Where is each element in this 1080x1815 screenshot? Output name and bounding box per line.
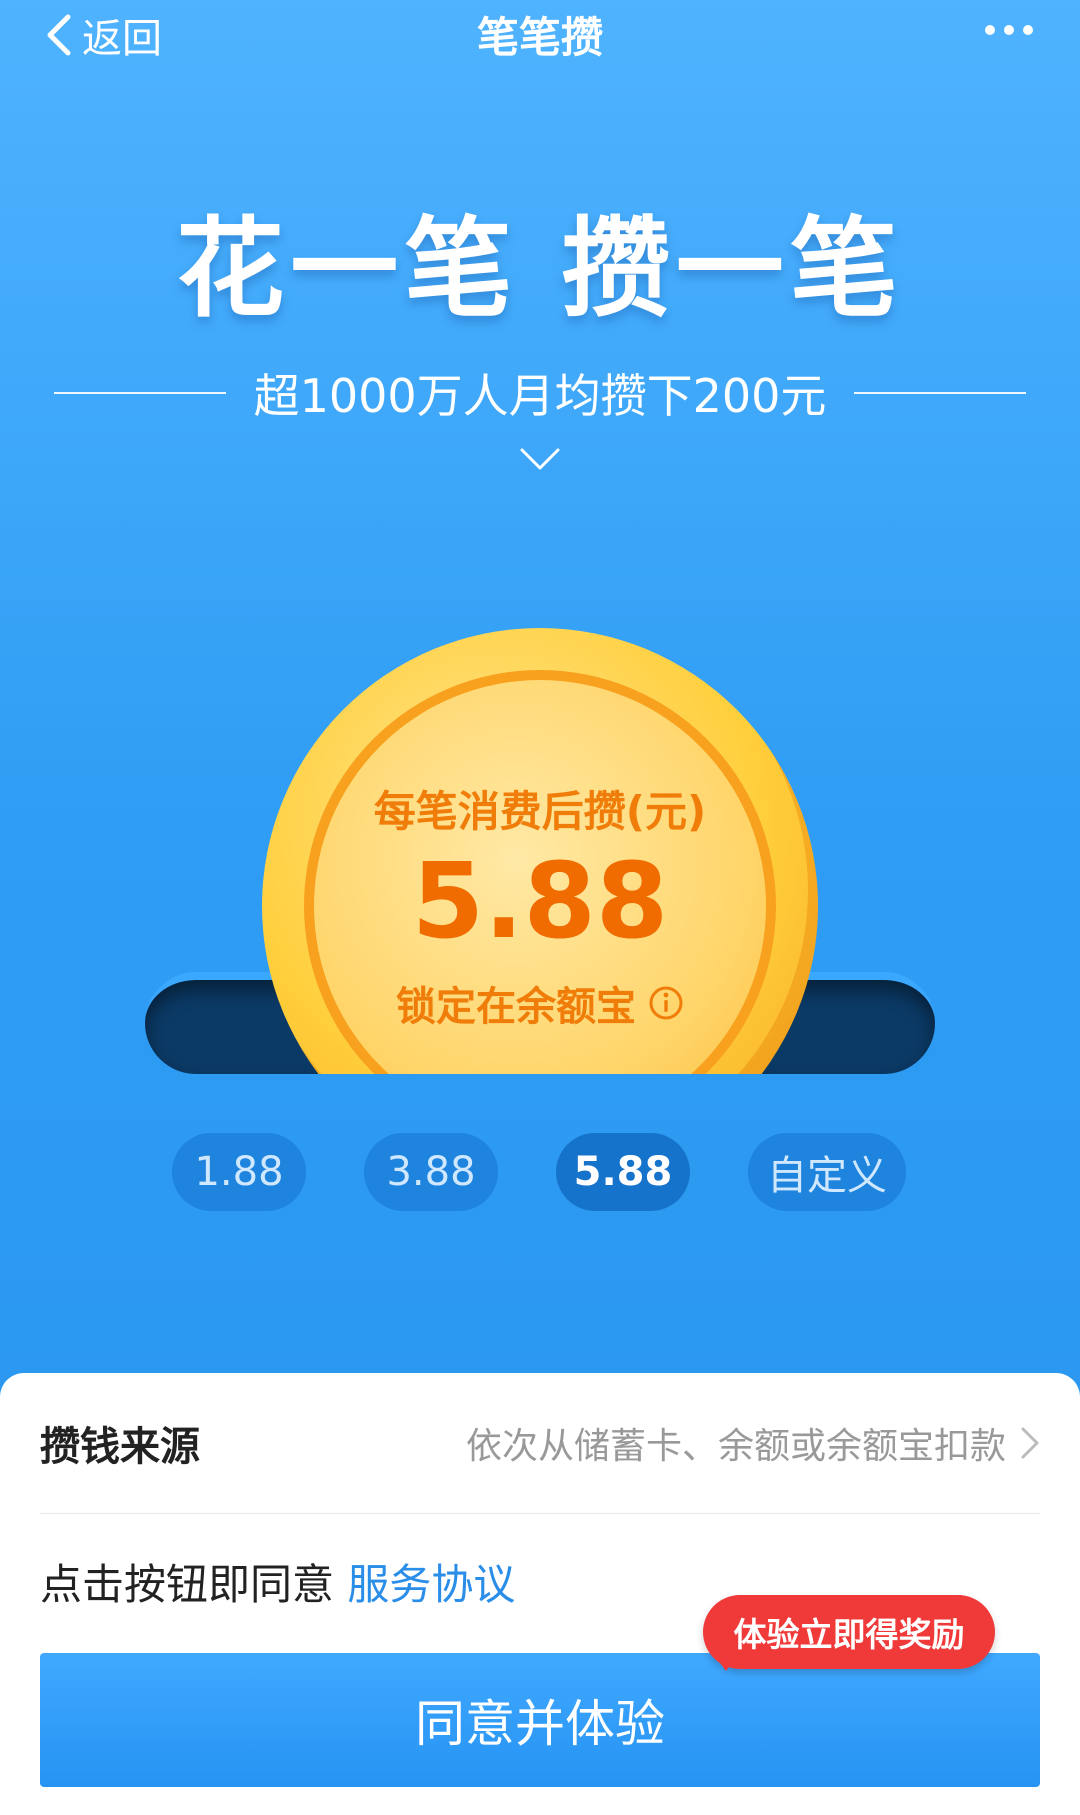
chevron-right-icon xyxy=(1021,1427,1039,1459)
amount-option-5-88[interactable]: 5.88 xyxy=(556,1133,690,1211)
coin-amount: 5.88 xyxy=(411,840,669,962)
source-value-wrap: 依次从储蓄卡、余额或余额宝扣款 xyxy=(466,1417,1040,1469)
coin-label: 每笔消费后攒(元) xyxy=(373,787,707,836)
promo-badge-tail xyxy=(714,1655,738,1671)
coin-lock-row: 锁定在余额宝 xyxy=(262,974,818,1032)
source-value: 依次从储蓄卡、余额或余额宝扣款 xyxy=(465,1426,1006,1467)
amount-options: 1.88 3.88 5.88 自定义 xyxy=(0,1133,1080,1211)
promo-badge: 体验立即得奖励 xyxy=(703,1595,995,1669)
hero-headline: 花一笔 攒一笔 xyxy=(176,207,904,332)
service-agreement-link[interactable]: 服务协议 xyxy=(347,1560,515,1609)
nav-bar: 返回 笔笔攒 xyxy=(0,0,1080,64)
coin: 每笔消费后攒(元) 5.88 锁定在余额宝 xyxy=(262,628,818,1074)
hero-subline-text: 超1000万人月均攒下200元 xyxy=(253,369,827,423)
divider-left xyxy=(54,392,226,394)
amount-option-1-88[interactable]: 1.88 xyxy=(172,1133,306,1211)
amount-option-3-88[interactable]: 3.88 xyxy=(364,1133,498,1211)
agreement-text: 点击按钮即同意 服务协议 xyxy=(40,1551,515,1612)
source-row[interactable]: 攒钱来源 依次从储蓄卡、余额或余额宝扣款 xyxy=(40,1373,1040,1514)
hero-subline: 超1000万人月均攒下200元 xyxy=(54,360,1026,426)
divider-right xyxy=(854,392,1026,394)
amount-option-custom[interactable]: 自定义 xyxy=(748,1133,906,1211)
page-title: 笔笔攒 xyxy=(476,13,603,62)
agreement-prefix: 点击按钮即同意 xyxy=(40,1560,335,1609)
coin-lock-text: 锁定在余额宝 xyxy=(396,984,636,1030)
chevron-down-icon xyxy=(520,448,560,470)
agree-and-try-button[interactable]: 同意并体验 xyxy=(40,1653,1040,1787)
info-icon[interactable] xyxy=(648,985,684,1021)
source-label: 攒钱来源 xyxy=(40,1424,200,1470)
coin-outer: 每笔消费后攒(元) 5.88 锁定在余额宝 xyxy=(262,628,818,1074)
more-dots-icon[interactable] xyxy=(982,22,1036,38)
bottom-sheet: 攒钱来源 依次从储蓄卡、余额或余额宝扣款 点击按钮即同意 服务协议 同意并体验 … xyxy=(0,1373,1080,1815)
